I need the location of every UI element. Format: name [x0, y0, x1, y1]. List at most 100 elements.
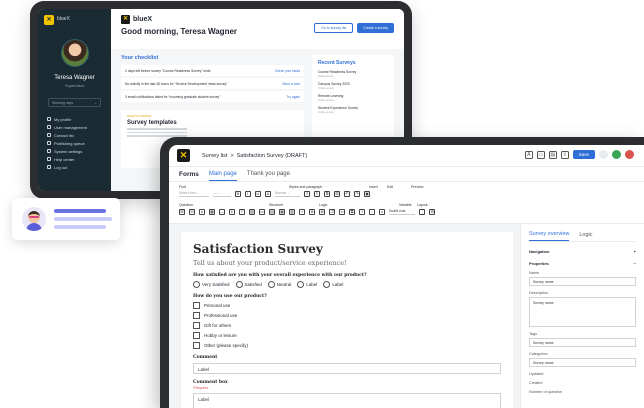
properties-section[interactable]: Properties − — [529, 261, 636, 266]
sidebar-item-user-management[interactable]: User management — [44, 123, 105, 131]
create-survey-button[interactable]: Create a survey — [357, 23, 394, 33]
categories-field[interactable]: Survey name — [529, 358, 636, 367]
avatar[interactable] — [625, 150, 634, 159]
code-icon[interactable]: › — [369, 209, 375, 215]
radio-circle-icon — [323, 281, 331, 288]
text-field-icon[interactable]: — — [219, 209, 225, 215]
recent-survey-item[interactable]: Remote Learning Online survey — [318, 94, 388, 102]
page-break-icon[interactable]: ▤ — [269, 209, 275, 215]
sidebar-item-logout[interactable]: Log out — [44, 163, 105, 171]
add-icon[interactable]: + — [299, 209, 305, 215]
recent-survey-item[interactable]: Course Readiness Survey Online survey — [318, 70, 388, 78]
plus-icon[interactable]: + — [634, 249, 636, 254]
updated-label: Updated — [529, 372, 544, 376]
question-2[interactable]: How do you use our product? — [193, 294, 501, 299]
share-icon[interactable]: ⇪ — [560, 150, 569, 159]
layout-options-icon[interactable]: ⋮ — [419, 209, 426, 215]
tags-field[interactable]: Survey name — [529, 338, 636, 347]
recent-survey-item[interactable]: Student Experience Survey Online survey — [318, 106, 388, 114]
brand-logo-icon: ✕ — [121, 15, 130, 24]
font-size-select[interactable]: — ⌄ — [213, 191, 231, 197]
checklist-link[interactable]: Try again — [286, 95, 300, 99]
insert-icon[interactable]: ⊞ — [334, 191, 341, 197]
settings-icon[interactable]: ⚙ — [429, 209, 436, 215]
checkbox-icon — [193, 312, 200, 319]
survey-subtitle[interactable]: Tell us about your product/service exper… — [193, 259, 501, 267]
preview-icon[interactable]: ▣ — [364, 191, 371, 197]
list-icon[interactable]: ≣ — [324, 191, 331, 197]
logic-branch-icon[interactable]: ⊕ — [309, 209, 315, 215]
status-select[interactable]: Working days ⌄ — [48, 98, 101, 107]
redo-icon[interactable]: ↷ — [354, 191, 361, 197]
user-card — [12, 198, 120, 240]
help-icon[interactable]: ? — [359, 209, 365, 215]
survey-title[interactable]: Satisfaction Survey — [193, 242, 501, 256]
form-canvas: Satisfaction Survey Tell us about your p… — [169, 224, 520, 408]
grid-icon[interactable]: ▦ — [209, 209, 215, 215]
bold-icon[interactable]: B — [234, 191, 241, 197]
name-field[interactable]: Survey name — [529, 277, 636, 286]
single-choice-icon[interactable]: ☰ — [179, 209, 185, 215]
checkbox-option[interactable]: Gift for others — [193, 322, 501, 329]
navigation-section[interactable]: Navigation + — [529, 249, 636, 254]
checkbox-option[interactable]: Other (please specify) — [193, 342, 501, 349]
matrix-icon[interactable]: # — [199, 209, 205, 215]
sidebar-item-profile[interactable]: My profile — [44, 115, 105, 123]
table-icon[interactable]: ▦ — [279, 209, 285, 215]
tab-main-page[interactable]: Main page — [208, 168, 237, 181]
comment-input[interactable]: Label — [193, 363, 501, 374]
undo-icon[interactable]: ↶ — [344, 191, 351, 197]
radio-option[interactable]: Label — [297, 281, 317, 288]
sidebar-item-system-settings[interactable]: System settings — [44, 147, 105, 155]
tab-logic[interactable]: Logic — [579, 232, 592, 241]
layout-select[interactable]: Sudfd cols — [389, 209, 416, 215]
sidebar-item-publishing-queue[interactable]: Publishing queue — [44, 139, 105, 147]
minus-icon[interactable]: − — [634, 261, 636, 266]
variable-icon[interactable]: x — [379, 209, 385, 215]
copy-icon[interactable]: ⧉ — [349, 209, 355, 215]
print-icon[interactable]: ▤ — [548, 150, 557, 159]
radio-option[interactable]: Label — [323, 281, 343, 288]
checkbox-option[interactable]: Hobby or leisure — [193, 332, 501, 339]
multiple-choice-icon[interactable]: ☷ — [189, 209, 195, 215]
checkbox-option[interactable]: Personal use — [193, 302, 501, 309]
section-icon[interactable]: ▭ — [259, 209, 265, 215]
sidebar-item-contact-list[interactable]: Contact list — [44, 131, 105, 139]
checkbox-icon — [193, 322, 200, 329]
checkbox-option[interactable]: Professional use — [193, 312, 501, 319]
tab-survey-overview[interactable]: Survey overview — [529, 231, 570, 241]
breadcrumb-survey-list[interactable]: Survey list — [202, 153, 227, 159]
loop-icon[interactable]: ∞ — [339, 209, 345, 215]
comment-box-textarea[interactable]: Label — [193, 393, 501, 408]
preview-icon[interactable]: ▭ — [536, 150, 545, 159]
translate-icon[interactable]: A — [524, 150, 533, 159]
chevron-down-icon: ⌄ — [94, 101, 97, 105]
notification-icon[interactable] — [599, 150, 608, 159]
checklist-link[interactable]: Send a note — [282, 82, 300, 86]
text-color-icon[interactable]: A — [264, 191, 271, 197]
shuffle-icon[interactable]: ⤮ — [329, 209, 335, 215]
sidebar-item-help-center[interactable]: Help center — [44, 155, 105, 163]
column-icon[interactable]: ▥ — [289, 209, 295, 215]
text-icon[interactable]: T — [239, 209, 245, 215]
sum-icon[interactable]: Σ — [229, 209, 235, 215]
question-1[interactable]: How satisfied are you with your overall … — [193, 273, 501, 278]
italic-icon[interactable]: I — [244, 191, 251, 197]
align-center-icon[interactable]: ≡ — [314, 191, 321, 197]
underline-icon[interactable]: U — [254, 191, 261, 197]
style-select[interactable]: Normal ⌄ — [274, 191, 301, 197]
radio-option[interactable]: Very Satisfied — [193, 281, 230, 288]
recent-survey-item[interactable]: Campus Survey 2023 Online survey — [318, 82, 388, 90]
condition-icon[interactable]: ⊗ — [319, 209, 325, 215]
checklist-link[interactable]: Check your tasks — [275, 69, 300, 73]
radio-option[interactable]: Neutral — [267, 281, 291, 288]
font-family-select[interactable]: Select font ⌄ — [179, 191, 210, 197]
goto-survey-list-button[interactable]: Go to survey list — [314, 23, 354, 33]
tab-thank-you-page[interactable]: Thank you page — [247, 168, 290, 180]
radio-option[interactable]: Satisfied — [235, 281, 262, 288]
description-field[interactable]: Survey name — [529, 297, 636, 327]
save-button[interactable]: Save — [572, 150, 595, 159]
image-icon[interactable]: ▨ — [249, 209, 255, 215]
app-logo-icon[interactable]: ✕ — [177, 149, 190, 162]
align-left-icon[interactable]: ≡ — [304, 191, 311, 197]
